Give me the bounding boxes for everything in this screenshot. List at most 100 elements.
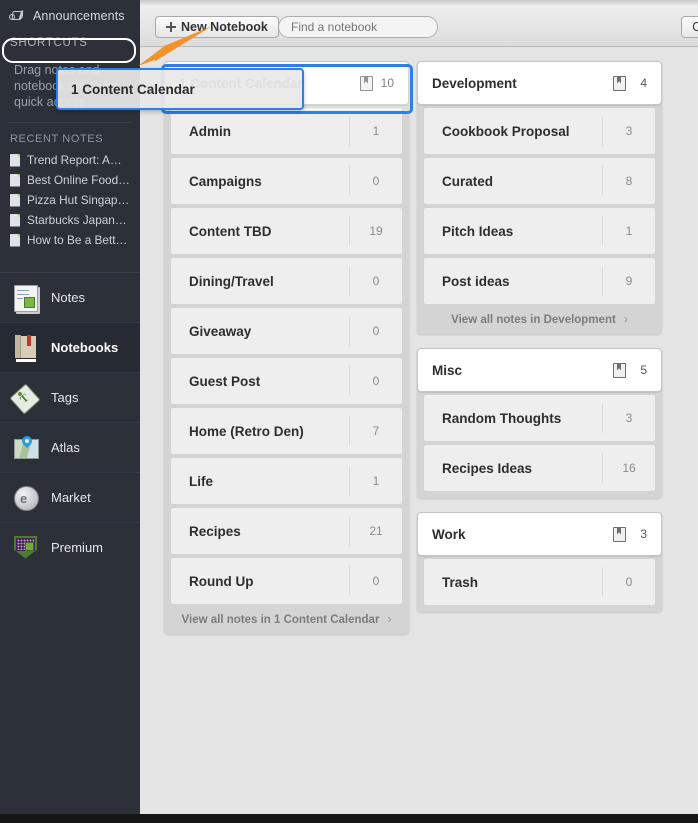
notes-icon [12,284,40,312]
notebook-row[interactable]: Recipes 21 [170,507,403,555]
new-notebook-button[interactable]: New Notebook [155,16,279,38]
stack-header[interactable]: Development 4 [417,61,662,105]
recent-note-item[interactable]: Trend Report: A… [0,150,140,170]
chevron-right-icon: › [624,314,628,326]
view-all-link[interactable]: View all notes in Development › [417,307,662,334]
announcements-label: Announcements [33,9,125,23]
notebook-icon [613,526,626,542]
recent-note-label: Best Online Food… [27,173,130,187]
notebook-row[interactable]: Guest Post 0 [170,357,403,405]
document-icon [10,153,20,167]
find-notebook-input[interactable] [278,16,438,38]
notebook-row[interactable]: Recipes Ideas 16 [423,444,656,492]
view-all-link[interactable]: View all notes in 1 Content Calendar › [164,607,409,634]
sidebar-label-tags: Tags [51,390,79,405]
toolbar: New Notebook Ow [140,0,698,47]
sidebar-item-notebooks[interactable]: Notebooks [0,323,140,373]
notebook-name: Life [189,473,214,489]
sidebar-item-tags[interactable]: T Tags [0,373,140,423]
stack-header[interactable]: Misc 5 [417,348,662,392]
notebook-row[interactable]: Admin 1 [170,107,403,155]
notebook-row[interactable]: Round Up 0 [170,557,403,605]
notebook-row[interactable]: Life 1 [170,457,403,505]
notebook-row[interactable]: Campaigns 0 [170,157,403,205]
notebook-row[interactable]: Dining/Travel 0 [170,257,403,305]
notebook-name: Pitch Ideas [442,223,514,239]
notebook-name: Trash [442,574,479,590]
notebook-stack: Misc 5 Random Thoughts 3 Recipes Ideas 1… [417,348,662,498]
plus-icon [166,22,176,32]
notebook-count: 0 [602,567,655,597]
document-icon [10,173,20,187]
notebook-count: 16 [602,453,655,483]
notebook-count: 9 [602,266,655,296]
owner-filter-button[interactable]: Ow [681,16,698,38]
sidebar-item-atlas[interactable]: Atlas [0,423,140,473]
notebook-name: Recipes [189,523,241,539]
notebook-row[interactable]: Giveaway 0 [170,307,403,355]
main-content: New Notebook Ow 1 Content Calendar 10 Ad… [140,0,698,814]
sidebar-label-notebooks: Notebooks [51,340,119,355]
notebook-count: 7 [349,416,402,446]
notebook-row[interactable]: Cookbook Proposal 3 [423,107,656,155]
sidebar: Announcements SHORTCUTS Drag notes and n… [0,0,140,814]
document-icon [10,233,20,247]
recent-note-item[interactable]: Pizza Hut Singap… [0,190,140,210]
notebook-count: 0 [349,366,402,396]
sidebar-label-premium: Premium [51,540,104,555]
drag-ghost-label: 1 Content Calendar [71,81,195,97]
notebook-stack: Development 4 Cookbook Proposal 3 Curate… [417,61,662,334]
notebook-stack: 1 Content Calendar 10 Admin 1 Campaigns … [164,61,409,634]
notebook-stack: Work 3 Trash 0 [417,512,662,612]
document-icon [10,213,20,227]
owner-filter-label: Ow [692,20,698,34]
recent-note-item[interactable]: Starbucks Japan… [0,210,140,230]
sidebar-item-premium[interactable]: Premium [0,523,140,572]
chevron-right-icon: › [387,614,392,626]
notebook-count: 1 [602,216,655,246]
drag-ghost-notebook[interactable]: 1 Content Calendar [56,68,304,110]
atlas-icon [12,433,40,462]
stack-header[interactable]: Work 3 [417,512,662,556]
recent-note-label: Starbucks Japan… [27,213,127,227]
notebook-row[interactable]: Random Thoughts 3 [423,394,656,442]
recent-note-item[interactable]: Best Online Food… [0,170,140,190]
tags-icon: T [9,382,41,415]
document-icon [10,193,20,207]
notebook-row[interactable]: Home (Retro Den) 7 [170,407,403,455]
megaphone-icon [9,9,26,22]
notebook-icon [613,75,626,91]
notebook-name: Random Thoughts [442,410,562,426]
stack-name: Misc [432,362,463,378]
notebook-name: Campaigns [189,173,262,189]
new-notebook-label: New Notebook [181,20,268,34]
notebook-row[interactable]: Trash 0 [423,558,656,606]
notebook-row[interactable]: Curated 8 [423,157,656,205]
stack-count: 5 [640,363,647,377]
window-bottom-edge [0,814,698,823]
notebook-count: 8 [602,166,655,196]
stack-name: Work [432,526,466,542]
notebook-count: 0 [349,266,402,296]
notebook-name: Post ideas [442,273,510,289]
notebook-row[interactable]: Pitch Ideas 1 [423,207,656,255]
notebook-count: 0 [349,316,402,346]
recent-note-label: How to Be a Bett… [27,233,128,247]
notebook-name: Admin [189,123,231,139]
market-icon: e [12,484,40,512]
notebook-count: 1 [349,116,402,146]
recent-note-item[interactable]: How to Be a Bett… [0,230,140,250]
notebook-count: 3 [602,116,655,146]
recent-note-label: Pizza Hut Singap… [27,193,130,207]
notebook-row[interactable]: Post ideas 9 [423,257,656,305]
sidebar-item-announcements[interactable]: Announcements [0,0,140,32]
notebook-name: Home (Retro Den) [189,423,304,439]
notebook-name: Round Up [189,573,254,589]
stack-name: Development [432,75,517,91]
notebook-count: 19 [349,216,402,246]
sidebar-item-market[interactable]: e Market [0,473,140,523]
sidebar-label-notes: Notes [51,290,85,305]
sidebar-label-atlas: Atlas [51,440,80,455]
sidebar-item-notes[interactable]: Notes [0,273,140,323]
notebook-row[interactable]: Content TBD 19 [170,207,403,255]
